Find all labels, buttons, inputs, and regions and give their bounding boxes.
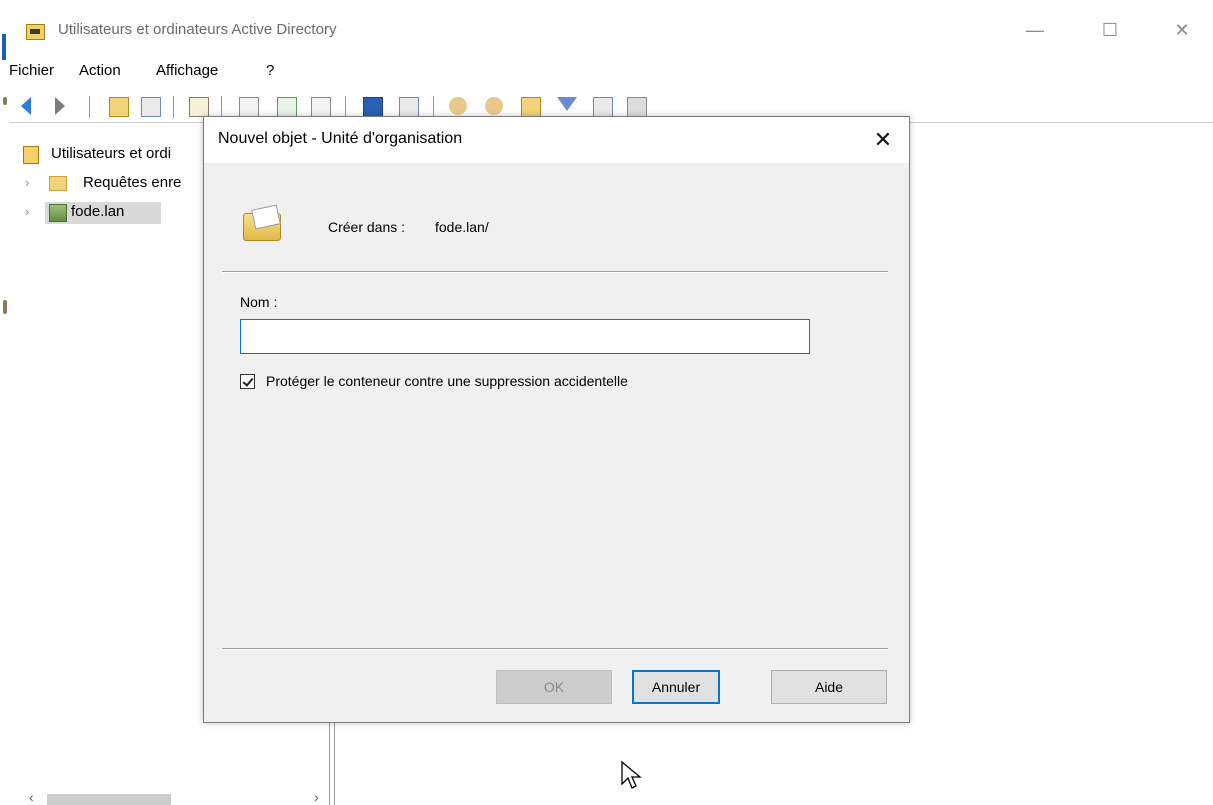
dialog-title: Nouvel objet - Unité d'organisation (218, 130, 463, 147)
back-arrow-icon[interactable] (21, 97, 39, 115)
background-window-mark (3, 97, 7, 105)
active-directory-icon (26, 24, 45, 40)
view-icon[interactable] (399, 97, 419, 117)
horizontal-scrollbar[interactable]: ‹ › (19, 789, 329, 805)
domain-icon (49, 204, 67, 222)
title-bar: Utilisateurs et ordinateurs Active Direc… (9, 0, 1213, 62)
find-icon[interactable] (593, 97, 613, 117)
tree-item-label: Requêtes enre (83, 174, 182, 191)
folder-icon (49, 176, 67, 191)
organizational-unit-icon (241, 204, 283, 241)
name-label: Nom : (240, 294, 278, 310)
close-button[interactable]: ✕ (1162, 14, 1202, 46)
background-window-accent (2, 34, 6, 60)
name-input[interactable] (240, 319, 810, 354)
clipboard-icon[interactable] (189, 97, 209, 117)
maximize-button[interactable]: ☐ (1090, 14, 1130, 46)
window-title: Utilisateurs et ordinateurs Active Direc… (58, 21, 337, 38)
help-icon[interactable] (363, 97, 383, 117)
protect-checkbox[interactable] (240, 374, 255, 389)
new-ou-dialog: Nouvel objet - Unité d'organisation ✕ Cr… (203, 116, 910, 723)
chevron-right-icon[interactable]: › (25, 175, 29, 190)
toolbar-separator (173, 96, 174, 118)
dialog-separator (222, 648, 888, 650)
menu-help[interactable]: ? (266, 62, 274, 79)
toolbar-separator (89, 96, 90, 118)
tree-item-label: fode.lan (71, 203, 125, 220)
menu-bar: Fichier Action Affichage ? (9, 62, 709, 86)
chevron-right-icon[interactable]: › (25, 204, 29, 219)
refresh-icon[interactable] (277, 97, 297, 117)
toolbar-separator (433, 96, 434, 118)
background-window-edge (0, 0, 9, 805)
active-directory-icon (23, 146, 39, 164)
dialog-title-bar: Nouvel objet - Unité d'organisation ✕ (204, 117, 909, 163)
mouse-cursor-icon (621, 760, 642, 789)
scroll-left-icon[interactable]: ‹ (29, 789, 34, 805)
background-window-mark (3, 300, 7, 314)
menu-fichier[interactable]: Fichier (9, 62, 54, 79)
scrollbar-thumb[interactable] (47, 794, 171, 805)
toolbar-separator (345, 96, 346, 118)
show-tree-icon[interactable] (141, 97, 161, 117)
new-group-icon[interactable] (485, 97, 503, 115)
create-in-value: fode.lan/ (435, 219, 489, 235)
tree-root-label: Utilisateurs et ordi (51, 145, 172, 162)
help-button[interactable]: Aide (771, 670, 887, 704)
ok-button[interactable]: OK (496, 670, 612, 704)
scroll-right-icon[interactable]: › (314, 789, 319, 805)
minimize-button[interactable]: — (1015, 14, 1055, 46)
group-add-icon[interactable] (627, 97, 647, 117)
menu-action[interactable]: Action (79, 62, 121, 79)
menu-affichage[interactable]: Affichage (156, 62, 218, 79)
cancel-button[interactable]: Annuler (632, 670, 720, 704)
protect-checkbox-label[interactable]: Protéger le conteneur contre une suppres… (266, 373, 628, 389)
export-list-icon[interactable] (311, 97, 331, 117)
toolbar-separator (221, 96, 222, 118)
filter-icon[interactable] (557, 97, 577, 111)
properties-icon[interactable] (239, 97, 259, 117)
create-in-label: Créer dans : (328, 219, 406, 235)
dialog-close-button[interactable]: ✕ (868, 125, 898, 155)
up-folder-icon[interactable] (109, 97, 129, 117)
dialog-separator (222, 271, 888, 273)
new-ou-icon[interactable] (521, 97, 541, 117)
new-user-icon[interactable] (449, 97, 467, 115)
forward-arrow-icon[interactable] (55, 97, 73, 115)
